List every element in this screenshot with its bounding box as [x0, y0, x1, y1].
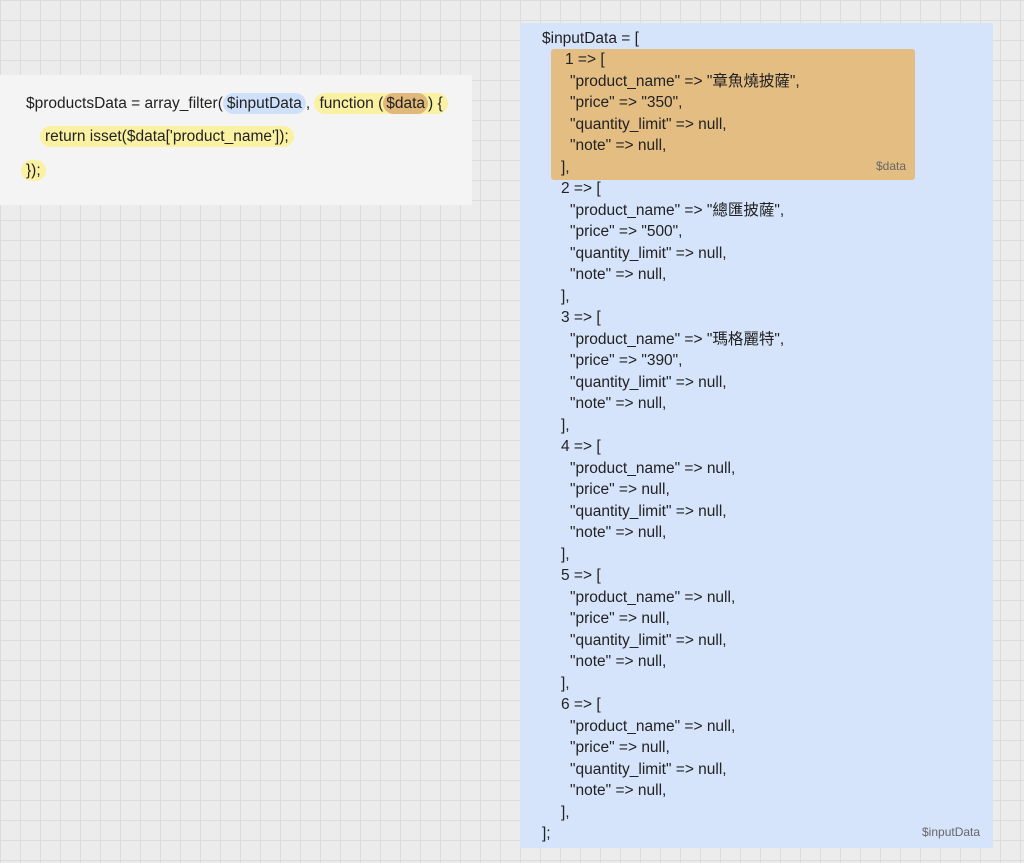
closing-brace: }); — [21, 160, 46, 181]
item-open: 2 => [ — [561, 180, 601, 197]
function-open-brace: ) { — [428, 95, 443, 112]
item-close: ], — [561, 288, 570, 305]
item-note: "note" => null, — [570, 653, 667, 670]
item-open: 3 => [ — [561, 309, 601, 326]
item-note: "note" => null, — [570, 524, 667, 541]
item-quantity-limit: "quantity_limit" => null, — [570, 761, 727, 778]
item-close: ], — [561, 804, 570, 821]
input-data-panel: $data $inputData = [ 1 => [ "product_nam… — [520, 23, 993, 848]
item-note: "note" => null, — [570, 395, 667, 412]
function-keyword: function ( — [319, 95, 384, 112]
item-note: "note" => null, — [570, 137, 667, 154]
input-data-reference: $inputData — [222, 93, 306, 114]
item-open: 4 => [ — [561, 438, 601, 455]
item-note: "note" => null, — [570, 266, 667, 283]
item-note: "note" => null, — [570, 782, 667, 799]
item-product-name: "product_name" => null, — [570, 460, 736, 477]
item-price: "price" => null, — [570, 481, 670, 498]
code-line-1: $productsData = array_filter($inputData,… — [26, 92, 448, 116]
item-open: 6 => [ — [561, 696, 601, 713]
item-price: "price" => "500", — [570, 223, 683, 240]
return-statement: return isset($data['product_name']); — [40, 126, 294, 147]
item-quantity-limit: "quantity_limit" => null, — [570, 116, 727, 133]
callback-function-highlight: function ($data) { — [314, 93, 448, 114]
item-product-name: "product_name" => null, — [570, 589, 736, 606]
array-header: $inputData = [ — [542, 30, 639, 47]
array-footer: ]; — [542, 825, 551, 842]
input-data-caption: $inputData — [922, 825, 981, 839]
item-product-name: "product_name" => "總匯披薩", — [570, 202, 785, 219]
item-close: ], — [561, 546, 570, 563]
code-line-3: }); — [21, 159, 46, 183]
code-prefix: $productsData = array_filter( — [26, 95, 223, 112]
item-close: ], — [561, 417, 570, 434]
item-open: 1 => [ — [565, 51, 605, 68]
data-parameter: $data — [383, 93, 429, 114]
item-quantity-limit: "quantity_limit" => null, — [570, 632, 727, 649]
code-line-2: return isset($data['product_name']); — [40, 125, 294, 149]
item-quantity-limit: "quantity_limit" => null, — [570, 374, 727, 391]
item-price: "price" => null, — [570, 739, 670, 756]
item-quantity-limit: "quantity_limit" => null, — [570, 245, 727, 262]
item-quantity-limit: "quantity_limit" => null, — [570, 503, 727, 520]
data-item-caption: $data — [876, 159, 907, 173]
item-price: "price" => "350", — [570, 94, 683, 111]
code-panel: $productsData = array_filter($inputData,… — [0, 75, 472, 205]
item-price: "price" => null, — [570, 610, 670, 627]
item-product-name: "product_name" => "瑪格麗特", — [570, 331, 785, 348]
item-open: 5 => [ — [561, 567, 601, 584]
item-product-name: "product_name" => "章魚燒披薩", — [570, 73, 800, 90]
item-product-name: "product_name" => null, — [570, 718, 736, 735]
item-price: "price" => "390", — [570, 352, 683, 369]
item-close: ], — [561, 159, 570, 176]
item-close: ], — [561, 675, 570, 692]
